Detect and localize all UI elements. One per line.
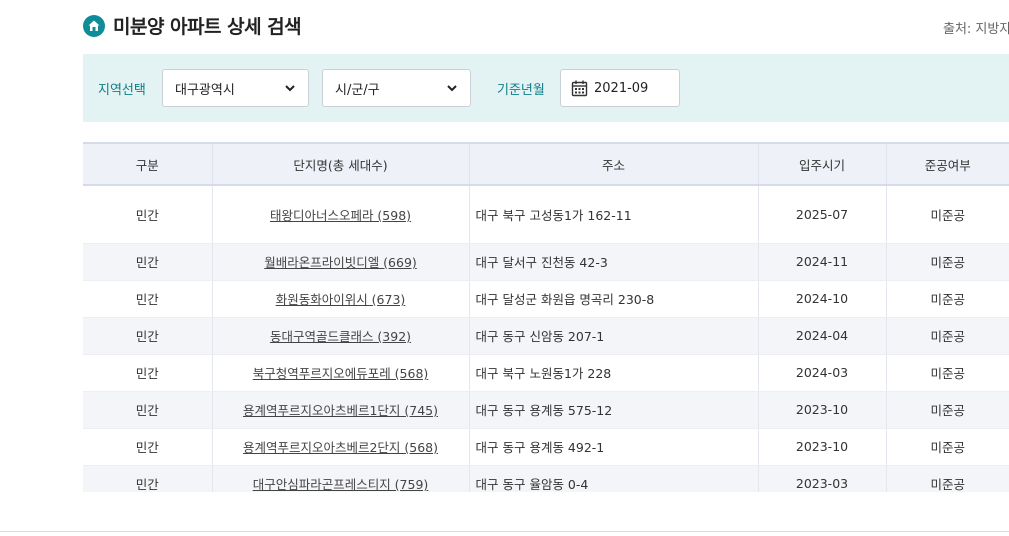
cell-move-in: 2023-10 [758,428,887,466]
page: 미분양 아파트 상세 검색 출처: 지방자치단체 지역선택 대구광역시 시/군/… [0,0,1009,536]
column-header-type: 구분 [83,142,213,186]
cell-type: 민간 [83,391,213,429]
complex-link[interactable]: 태왕디아너스오페라 (598) [270,208,411,223]
table-header: 구분 단지명(총 세대수) 주소 입주시기 준공여부 [83,142,1009,186]
cell-address: 대구 달성군 화원읍 명곡리 230-8 [469,280,759,318]
cell-status: 미준공 [886,391,1009,429]
cell-type: 민간 [83,317,213,355]
date-picker[interactable]: 2021-09 [560,69,680,107]
cell-address: 대구 동구 용계동 492-1 [469,428,759,466]
table-row: 민간 월배라온프라이빗디엘 (669) 대구 달서구 진천동 42-3 2024… [83,243,1009,281]
home-icon [83,14,105,37]
date-value: 2021-09 [594,80,649,96]
district-select[interactable]: 시/군/구 [322,69,471,107]
filter-bar: 지역선택 대구광역시 시/군/구 기준년월 2021-09 [83,54,1009,122]
table-row: 민간 동대구역골드클래스 (392) 대구 동구 신암동 207-1 2024-… [83,317,1009,355]
complex-link[interactable]: 용계역푸르지오아츠베르2단지 (568) [243,440,438,455]
cell-name: 북구청역푸르지오에듀포레 (568) [212,354,470,392]
cell-type: 민간 [83,354,213,392]
cell-address: 대구 북구 고성동1가 162-11 [469,185,759,244]
table-body: 민간 태왕디아너스오페라 (598) 대구 북구 고성동1가 162-11 20… [83,185,1009,492]
table-row: 민간 용계역푸르지오아츠베르2단지 (568) 대구 동구 용계동 492-1 … [83,428,1009,466]
page-header: 미분양 아파트 상세 검색 [83,12,302,39]
region-select[interactable]: 대구광역시 [162,69,309,107]
region-select-value: 대구광역시 [175,82,235,98]
date-label: 기준년월 [497,83,545,98]
cell-name: 월배라온프라이빗디엘 (669) [212,243,470,281]
column-header-status: 준공여부 [886,142,1009,186]
cell-status: 미준공 [886,243,1009,281]
complex-link[interactable]: 북구청역푸르지오에듀포레 (568) [253,366,429,381]
cell-move-in: 2024-04 [758,317,887,355]
cell-status: 미준공 [886,185,1009,244]
cell-name: 대구안심파라곤프레스티지 (759) [212,465,470,492]
cell-name: 용계역푸르지오아츠베르2단지 (568) [212,428,470,466]
table-row: 민간 북구청역푸르지오에듀포레 (568) 대구 북구 노원동1가 228 20… [83,354,1009,392]
chevron-down-icon [446,82,458,98]
cell-type: 민간 [83,280,213,318]
cell-move-in: 2024-11 [758,243,887,281]
complex-link[interactable]: 월배라온프라이빗디엘 (669) [264,255,417,270]
footer-divider [0,531,1009,532]
cell-name: 용계역푸르지오아츠베르1단지 (745) [212,391,470,429]
cell-move-in: 2023-10 [758,391,887,429]
cell-address: 대구 동구 율암동 0-4 [469,465,759,492]
table-row: 민간 태왕디아너스오페라 (598) 대구 북구 고성동1가 162-11 20… [83,185,1009,244]
column-header-name: 단지명(총 세대수) [212,142,470,186]
cell-type: 민간 [83,428,213,466]
cell-status: 미준공 [886,428,1009,466]
table-row: 민간 화원동화아이위시 (673) 대구 달성군 화원읍 명곡리 230-8 2… [83,280,1009,318]
cell-name: 태왕디아너스오페라 (598) [212,185,470,244]
cell-type: 민간 [83,465,213,492]
cell-type: 민간 [83,243,213,281]
cell-type: 민간 [83,185,213,244]
results-table: 구분 단지명(총 세대수) 주소 입주시기 준공여부 민간 태왕디아너스오페라 … [83,142,1009,492]
cell-address: 대구 동구 용계동 575-12 [469,391,759,429]
cell-move-in: 2024-03 [758,354,887,392]
cell-status: 미준공 [886,317,1009,355]
cell-status: 미준공 [886,280,1009,318]
cell-move-in: 2023-03 [758,465,887,492]
table-row: 민간 대구안심파라곤프레스티지 (759) 대구 동구 율암동 0-4 2023… [83,465,1009,492]
cell-name: 동대구역골드클래스 (392) [212,317,470,355]
calendar-icon [571,80,588,97]
column-header-address: 주소 [469,142,759,186]
cell-status: 미준공 [886,354,1009,392]
complex-link[interactable]: 대구안심파라곤프레스티지 (759) [253,477,429,492]
district-select-value: 시/군/구 [335,82,380,98]
source-text: 출처: 지방자치단체 [943,22,1009,37]
cell-address: 대구 달서구 진천동 42-3 [469,243,759,281]
column-header-move-in: 입주시기 [758,142,887,186]
cell-move-in: 2024-10 [758,280,887,318]
cell-name: 화원동화아이위시 (673) [212,280,470,318]
chevron-down-icon [284,82,296,98]
complex-link[interactable]: 동대구역골드클래스 (392) [270,329,411,344]
complex-link[interactable]: 용계역푸르지오아츠베르1단지 (745) [243,403,438,418]
region-label: 지역선택 [98,83,146,98]
complex-link[interactable]: 화원동화아이위시 (673) [276,292,406,307]
table-row: 민간 용계역푸르지오아츠베르1단지 (745) 대구 동구 용계동 575-12… [83,391,1009,429]
page-title: 미분양 아파트 상세 검색 [113,16,302,38]
cell-move-in: 2025-07 [758,185,887,244]
results-table-container[interactable]: 구분 단지명(총 세대수) 주소 입주시기 준공여부 민간 태왕디아너스오페라 … [83,142,1009,492]
cell-status: 미준공 [886,465,1009,492]
cell-address: 대구 동구 신암동 207-1 [469,317,759,355]
cell-address: 대구 북구 노원동1가 228 [469,354,759,392]
